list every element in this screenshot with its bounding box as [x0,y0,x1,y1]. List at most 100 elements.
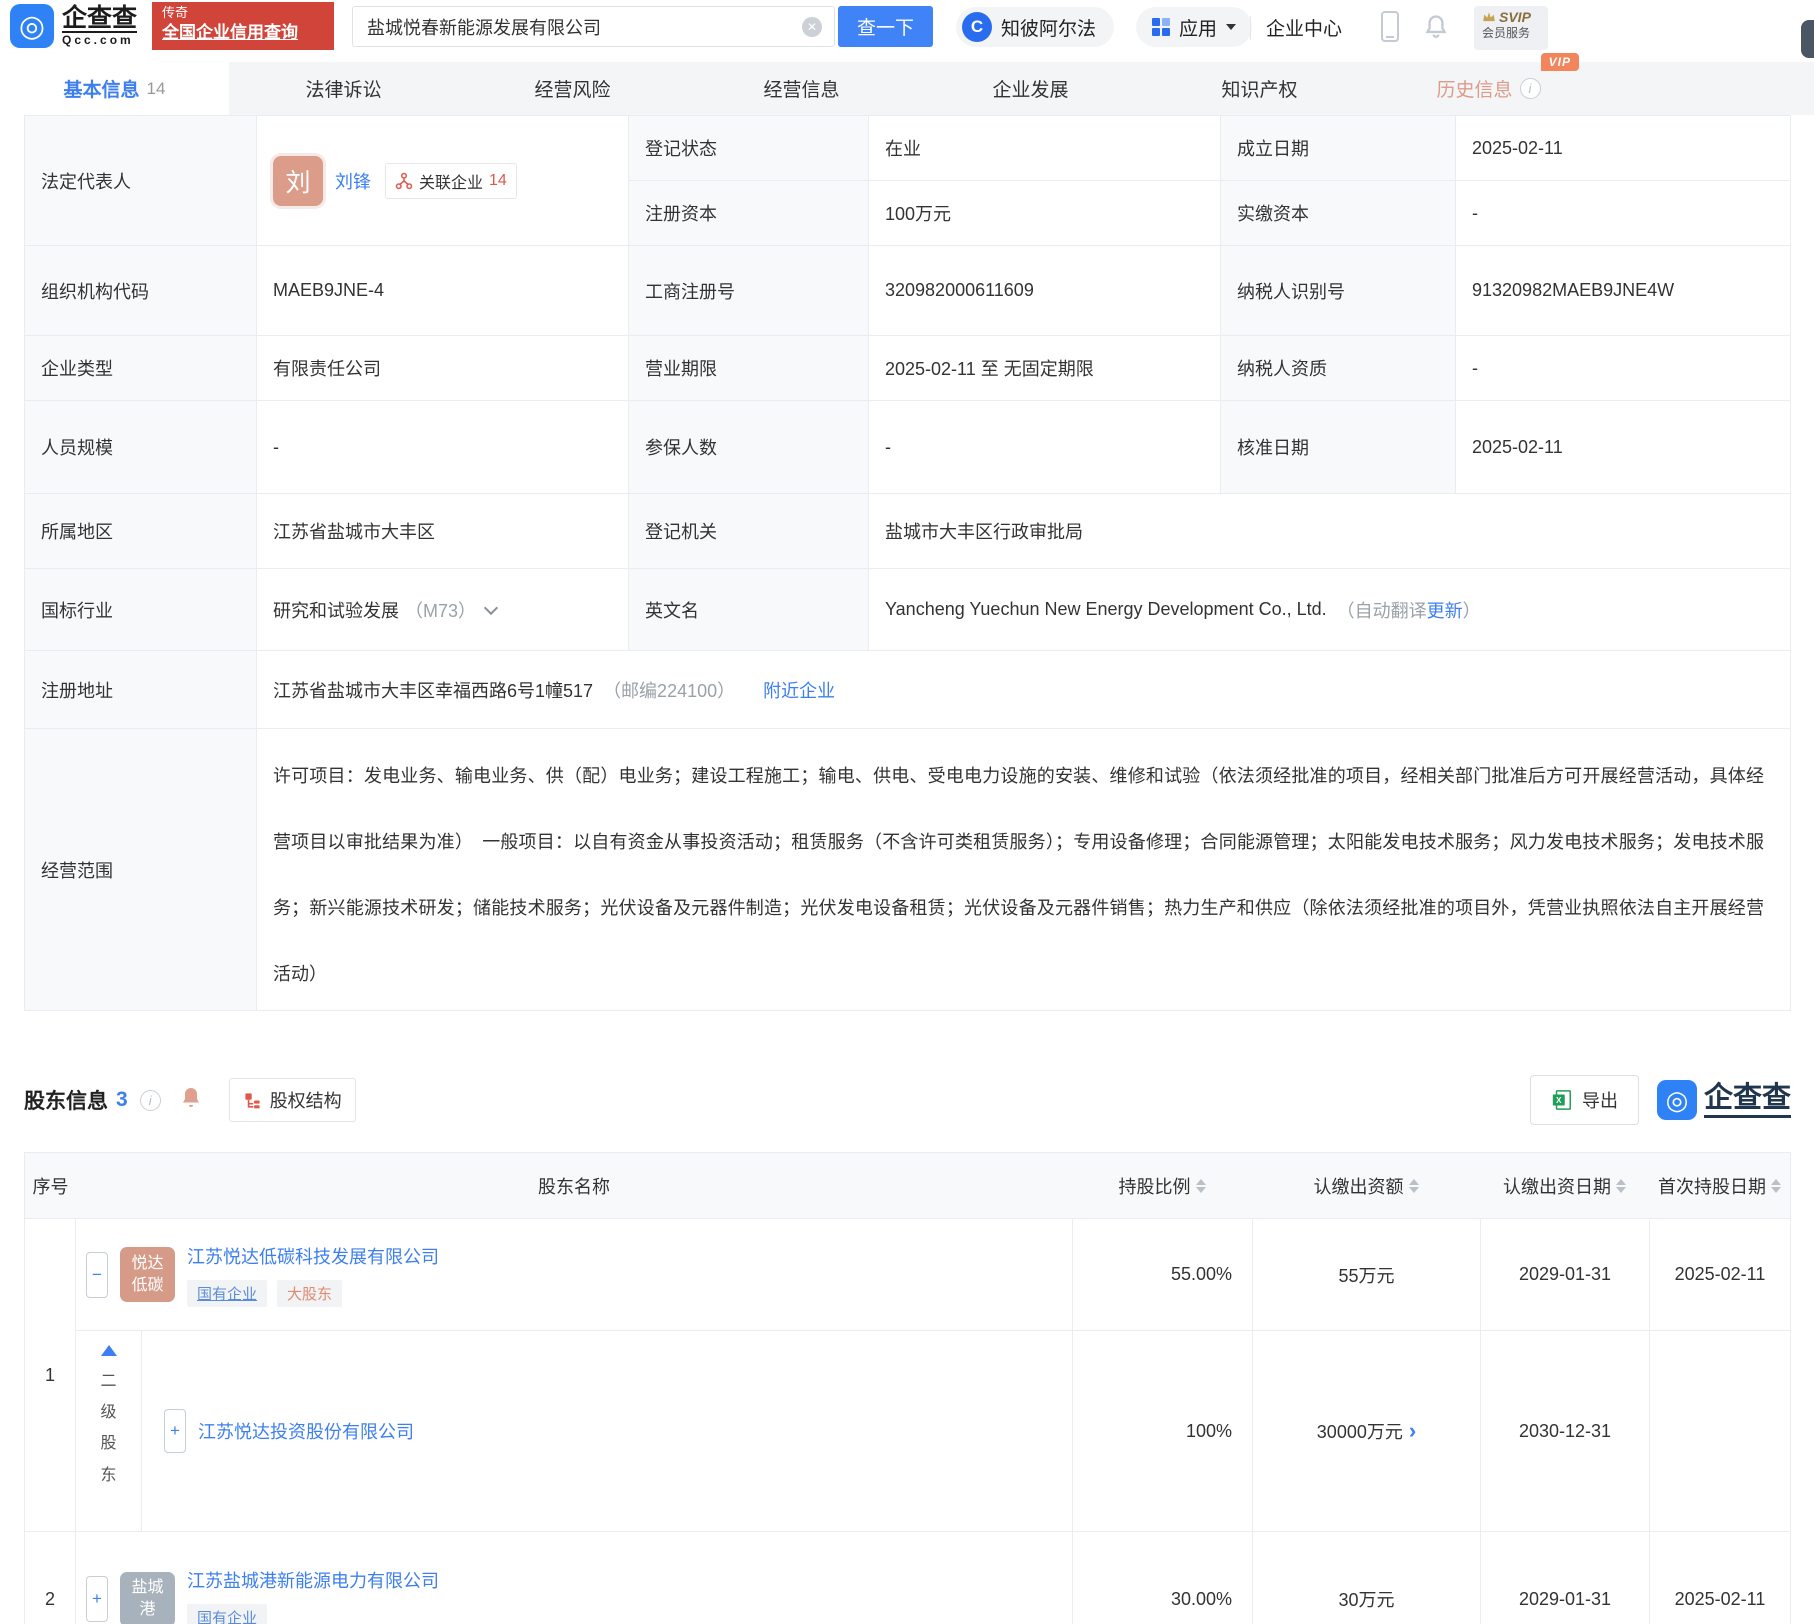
side-widget-handle[interactable] [1801,20,1814,58]
label-registration-status: 登记状态 [629,116,869,181]
promo-line1: 传奇 [162,5,189,20]
promo-line2: 全国企业信用查询 [162,22,298,42]
tab-enterprise-development[interactable]: 企业发展 [916,62,1145,115]
sort-icon[interactable] [1195,1178,1206,1193]
tab-intellectual-property[interactable]: 知识产权 [1145,62,1374,115]
value-taxpayer-id: 91320982MAEB9JNE4W [1456,246,1791,336]
shareholders-count: 3 [116,1088,128,1111]
expand-button[interactable] [86,1576,108,1622]
history-info-icon[interactable]: i [1519,78,1541,99]
value-enterprise-type: 有限责任公司 [257,336,629,401]
col-subscribed-date[interactable]: 认缴出资日期 [1480,1173,1649,1199]
shareholder-name-link[interactable]: 江苏悦达低碳科技发展有限公司 [187,1247,439,1267]
related-count: 14 [489,171,507,189]
shareholder-avatar[interactable]: 悦达 低碳 [120,1247,175,1302]
label-enterprise-type: 企业类型 [25,336,257,401]
value-taxpayer-qualification: - [1456,336,1791,401]
equity-structure-button[interactable]: 股权结构 [228,1078,356,1122]
tab-history-info[interactable]: VIP 历史信息 i [1374,53,1603,115]
collapse-button[interactable] [86,1251,108,1298]
export-button[interactable]: X 导出 [1529,1075,1639,1125]
first-holding-date: 2025-02-11 [1649,1532,1790,1624]
value-org-code: MAEB9JNE-4 [257,246,629,336]
address-zip: （邮编224100） [603,680,736,701]
qcc-logo[interactable]: ◎ 企查查 Qcc.com [10,4,138,48]
notification-bell-icon[interactable] [1422,13,1450,46]
triangle-up-icon[interactable] [100,1345,117,1356]
col-subscribed-amount[interactable]: 认缴出资额 [1252,1173,1480,1199]
search-value[interactable]: 盐城悦春新能源发展有限公司 [367,14,802,40]
label-english-name: 英文名 [629,569,869,651]
svip-member-badge[interactable]: SVIP 会员服务 [1474,6,1548,50]
value-business-reg-no: 320982000611609 [869,246,1221,336]
legal-rep-avatar[interactable]: 刘 [273,155,323,206]
col-first-holding-date[interactable]: 首次持股日期 [1649,1173,1790,1199]
nav-apps-menu[interactable]: 应用 [1136,7,1253,47]
amount-detail-arrow-icon[interactable]: › [1409,1420,1416,1442]
sort-icon[interactable] [1408,1178,1419,1193]
col-ratio[interactable]: 持股比例 [1072,1173,1252,1199]
label-legal-representative: 法定代表人 [25,116,257,246]
label-staff-size: 人员规模 [25,401,257,494]
label-business-scope: 经营范围 [25,729,257,1011]
tag-state-owned[interactable]: 国有企业 [187,1279,268,1307]
shareholders-subscribe-bell-icon[interactable] [179,1085,203,1116]
search-input[interactable]: 盐城悦春新能源发展有限公司 ✕ [352,6,835,47]
label-business-reg-no: 工商注册号 [629,246,869,336]
qcc-watermark-logo: ◎ 企查查 [1656,1080,1791,1120]
subscribed-amount: 30万元 [1252,1532,1480,1624]
tab-legal-litigation[interactable]: 法律诉讼 [229,62,458,115]
sort-icon[interactable] [1616,1178,1626,1193]
tab-operation-risk[interactable]: 经营风险 [458,62,687,115]
tab-bar: 基本信息 14 法律诉讼 经营风险 经营信息 企业发展 知识产权 VIP 历史信… [0,53,1814,115]
shareholders-section-header: 股东信息 3 i 股权结构 X 导出 ◎ 企查查 [24,1072,1791,1128]
value-established-date: 2025-02-11 [1456,116,1791,181]
legal-representative-cell: 刘 刘锋 关联企业 14 [257,116,629,246]
tab-operation-info[interactable]: 经营信息 [687,62,916,115]
label-taxpayer-qualification: 纳税人资质 [1221,336,1456,401]
nav-zhibi-alpha[interactable]: C 知彼阿尔法 [956,7,1115,47]
tag-state-owned[interactable]: 国有企业 [187,1604,268,1624]
shareholders-info-icon[interactable]: i [139,1089,161,1111]
expand-button[interactable] [164,1409,186,1453]
apps-grid-icon [1152,18,1170,36]
translate-update-link[interactable]: 更新 [1427,597,1463,623]
chevron-down-icon[interactable] [483,600,499,615]
sort-icon[interactable] [1771,1178,1781,1193]
search-clear-icon[interactable]: ✕ [802,16,822,37]
header-divider [1250,16,1251,40]
label-region: 所属地区 [25,494,257,569]
mobile-app-icon[interactable] [1381,11,1399,42]
label-registered-address: 注册地址 [25,651,257,729]
label-business-term: 营业期限 [629,336,869,401]
sub-shareholder-name-link[interactable]: 江苏悦达投资股份有限公司 [198,1418,414,1444]
caret-down-icon [1226,24,1237,30]
second-level-rail: 二级股东 [76,1331,142,1531]
subscribed-date: 2029-01-31 [1480,1532,1649,1624]
shareholders-table: 序号 股东名称 持股比例 认缴出资额 认缴出资日期 首次持股日期 1 − 悦达 … [24,1152,1791,1624]
zhibi-alpha-label: 知彼阿尔法 [1001,18,1097,40]
basic-info-table: 法定代表人 刘 刘锋 关联企业 14 登记状态 在业 成立日期 2025-02-… [24,115,1791,1011]
value-registered-capital: 100万元 [869,181,1221,246]
qcc-company-page: ◎ 企查查 Qcc.com 传奇 全国企业信用查询 盐城悦春新能源发展有限公司 … [0,0,1814,1624]
nearby-companies-link[interactable]: 附近企业 [763,677,835,703]
value-registration-status: 在业 [869,116,1221,181]
value-region: 江苏省盐城市大丰区 [257,494,629,569]
related-companies-badge[interactable]: 关联企业 14 [385,162,517,199]
legal-rep-name-link[interactable]: 刘锋 [335,168,371,194]
nav-enterprise-center[interactable]: 企业中心 [1266,14,1342,41]
tab-basic-info[interactable]: 基本信息 14 [0,62,229,115]
zhibi-alpha-logo-icon: C [962,12,992,42]
shareholding-ratio: 55.00% [1072,1219,1252,1330]
shareholder-row-group-1: 1 悦达 低碳 江苏悦达低碳科技发展有限公司 国有企业 大股东 [25,1219,1790,1532]
excel-icon: X [1552,1090,1571,1110]
second-level-shareholder-row: 二级股东 江苏悦达投资股份有限公司 100% 30000万元 › 2030-12… [76,1331,1790,1531]
shareholder-avatar[interactable]: 盐城 港 [120,1571,175,1624]
shareholder-name-link[interactable]: 江苏盐城港新能源电力有限公司 [187,1571,439,1591]
label-approval-date: 核准日期 [1221,401,1456,494]
svg-text:X: X [1556,1096,1562,1105]
shareholders-title: 股东信息 [24,1090,108,1113]
search-button[interactable]: 查一下 [838,6,933,47]
auto-translate-note: （自动翻译 [1336,600,1427,621]
subscribed-amount: 30000万元 › [1252,1331,1480,1531]
